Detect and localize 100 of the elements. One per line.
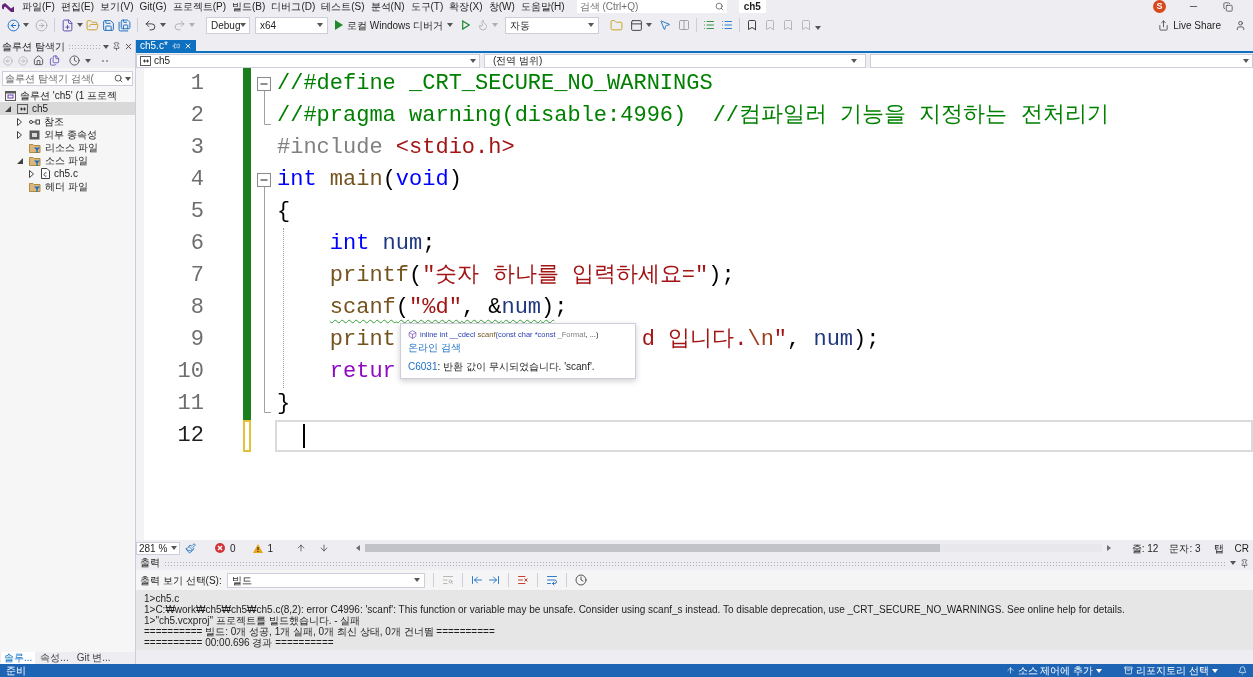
restore-icon[interactable] — [1223, 1, 1233, 12]
caret-icon[interactable] — [588, 23, 595, 27]
list-icon[interactable] — [703, 19, 716, 31]
save-all-icon[interactable] — [118, 18, 131, 32]
arrow-right-bar-icon[interactable] — [487, 574, 500, 586]
tree-item[interactable]: 헤더 파일 — [0, 180, 135, 193]
output-source-dropdown[interactable]: 빌드 — [226, 572, 425, 588]
caret-icon[interactable] — [1230, 561, 1236, 565]
bookmark-icon[interactable] — [746, 19, 759, 31]
menu-item[interactable]: 편집(E) — [60, 0, 95, 13]
window-icon[interactable] — [630, 18, 644, 32]
caret-icon[interactable] — [125, 77, 131, 81]
share-arrow-icon[interactable] — [1158, 19, 1170, 31]
document-tab[interactable]: ch5.c* — [136, 40, 196, 51]
live-share-button[interactable]: Live Share — [1155, 16, 1224, 34]
caret-icon[interactable] — [85, 58, 91, 63]
arrow-left-bar-icon[interactable] — [470, 574, 483, 586]
search-online-link[interactable]: 온라인 검색 — [408, 342, 461, 353]
platform-dropdown[interactable]: x64 — [255, 16, 328, 34]
tree-item[interactable]: ch5.c — [0, 167, 135, 180]
scroll-left-arrow-icon[interactable] — [356, 545, 361, 551]
caret-icon[interactable] — [1243, 58, 1249, 63]
clock-icon[interactable] — [574, 574, 587, 586]
scope-dropdown[interactable]: ch5 — [136, 53, 480, 68]
list-x-icon[interactable] — [516, 574, 529, 586]
caret-icon[interactable] — [317, 23, 323, 27]
arrow-down-icon[interactable] — [319, 543, 330, 553]
caret-icon[interactable] — [1212, 668, 1218, 673]
warning-icon[interactable] — [252, 543, 263, 553]
search-icon[interactable] — [114, 74, 123, 83]
file-plus-icon[interactable] — [61, 18, 74, 32]
tree-item[interactable]: 참조 — [0, 115, 135, 128]
play-outline-icon[interactable] — [462, 20, 471, 30]
caret-icon[interactable] — [413, 578, 420, 582]
collapse-icon[interactable] — [257, 173, 271, 187]
select-repository-button[interactable]: 리포지토리 선택 — [1124, 664, 1218, 677]
account-avatar[interactable]: S — [1153, 0, 1166, 13]
pin-icon[interactable] — [112, 42, 121, 51]
menu-item[interactable]: 도움말(H) — [520, 0, 565, 13]
undo-icon[interactable] — [144, 18, 157, 32]
pin-icon[interactable] — [171, 41, 180, 50]
arrow-up-icon[interactable] — [296, 543, 307, 553]
bell-icon[interactable] — [1238, 666, 1247, 675]
caret-icon[interactable] — [103, 44, 109, 49]
archive-icon[interactable] — [1124, 666, 1134, 675]
arrow-up-icon[interactable] — [1005, 666, 1015, 675]
close-icon[interactable] — [124, 42, 133, 51]
expanded-triangle-icon[interactable] — [17, 157, 23, 164]
region-dropdown[interactable]: (전역 범위) — [484, 53, 866, 68]
menu-item[interactable]: 빌드(B) — [232, 0, 266, 13]
scrollbar-thumb[interactable] — [365, 544, 940, 552]
horizontal-scrollbar[interactable] — [365, 544, 1102, 552]
tree-item[interactable]: 소스 파일 — [0, 154, 135, 167]
panel-tab[interactable]: 솔루... — [1, 652, 36, 664]
scroll-right-arrow-icon[interactable] — [1106, 545, 1111, 551]
wrap-text-icon[interactable] — [545, 574, 558, 586]
caret-icon[interactable] — [815, 26, 822, 30]
play-icon[interactable] — [335, 20, 343, 30]
caret-icon[interactable] — [1096, 668, 1103, 673]
caret-icon[interactable] — [171, 546, 177, 550]
zoom-dropdown[interactable]: 281 % — [136, 541, 180, 555]
caret-icon[interactable] — [77, 23, 83, 27]
menu-item[interactable]: 테스트(S) — [321, 0, 365, 13]
menu-item[interactable]: 프로젝트(P) — [172, 0, 227, 13]
menu-item[interactable]: Git(G) — [139, 0, 167, 13]
search-icon[interactable] — [714, 2, 724, 11]
expanded-triangle-icon[interactable] — [5, 105, 11, 112]
circle-arrow-left-icon[interactable] — [7, 18, 20, 32]
tree-item[interactable]: 솔루션 'ch5' (1 프로젝 — [0, 89, 135, 102]
home-icon[interactable] — [33, 55, 44, 66]
caret-icon[interactable] — [240, 23, 247, 27]
caret-icon[interactable] — [23, 23, 29, 27]
person-icon[interactable] — [1235, 19, 1246, 31]
clock-icon[interactable] — [69, 55, 80, 66]
search-field[interactable]: 검색 (Ctrl+Q) — [576, 0, 727, 13]
menu-item[interactable]: 디버그(D) — [271, 0, 316, 13]
configuration-dropdown[interactable]: Debug — [206, 16, 250, 34]
add-to-source-control-button[interactable]: 소스 제어에 추가 — [1005, 664, 1103, 677]
close-icon[interactable] — [183, 41, 192, 50]
panel-tab[interactable]: Git 변... — [73, 652, 114, 664]
run-debugger-button[interactable]: 로컬 Windows 디버거 — [335, 16, 454, 34]
menu-item[interactable]: 분석(N) — [370, 0, 405, 13]
caret-icon[interactable] — [646, 23, 653, 27]
save-icon[interactable] — [102, 18, 115, 32]
target-dropdown[interactable]: 자동 — [505, 16, 600, 34]
menu-item[interactable]: 파일(F) — [22, 0, 55, 13]
menu-item[interactable]: 창(W) — [488, 0, 515, 13]
collapsed-triangle-icon[interactable] — [17, 117, 22, 126]
caret-icon[interactable] — [160, 23, 166, 27]
more-icon[interactable] — [102, 59, 108, 62]
tree-item[interactable]: 외부 종속성 — [0, 128, 135, 141]
caret-icon[interactable] — [470, 58, 476, 63]
tree-item[interactable]: ch5 — [0, 102, 135, 115]
pin-icon[interactable] — [1240, 558, 1249, 568]
collapsed-triangle-icon[interactable] — [29, 169, 34, 178]
collapse-icon[interactable] — [257, 77, 271, 91]
logo-icon[interactable] — [2, 1, 14, 12]
panel-tab[interactable]: 속성... — [37, 652, 72, 664]
list-icon[interactable] — [721, 19, 734, 31]
tree-item[interactable]: 리소스 파일 — [0, 141, 135, 154]
